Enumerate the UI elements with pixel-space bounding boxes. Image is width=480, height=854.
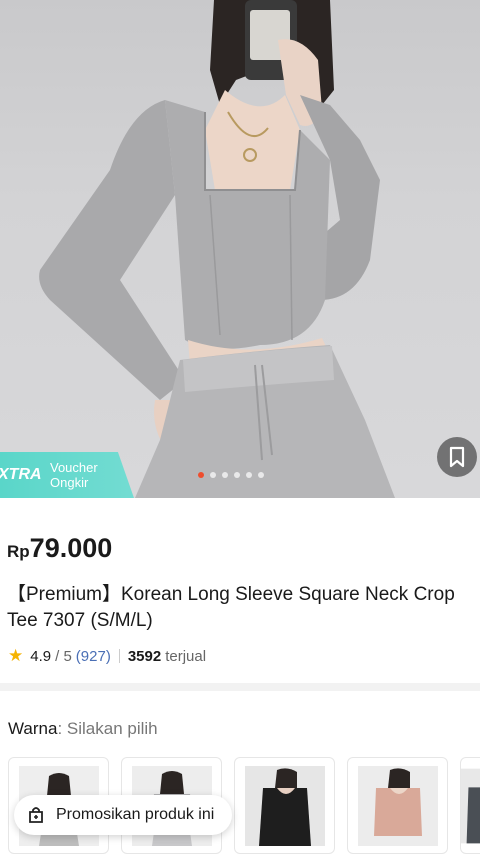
product-image-carousel[interactable]: XTRA Voucher Ongkir [0, 0, 480, 498]
carousel-dot [234, 472, 240, 478]
product-price: Rp79.000 [7, 533, 112, 564]
variant-selector-header[interactable]: Warna: Silakan pilih [8, 719, 158, 739]
variant-label: Warna [8, 719, 58, 738]
voucher-line-2: Ongkir [50, 475, 89, 490]
promote-product-button[interactable]: Promosikan produk ini [14, 795, 233, 835]
product-title: 【Premium】Korean Long Sleeve Square Neck … [7, 584, 455, 631]
sold-count: 3592 [127, 647, 162, 665]
product-photo [39, 0, 395, 498]
voucher-badge: XTRA Voucher Ongkir [0, 452, 134, 498]
rating-max: / 5 [55, 647, 72, 665]
section-divider [0, 683, 480, 691]
carousel-dot [246, 472, 252, 478]
bookmark-button[interactable] [437, 437, 477, 477]
share-bag-icon [28, 806, 44, 824]
sold-label: terjual [165, 647, 207, 665]
rating-divider [118, 649, 120, 663]
rating-count: (927) [75, 647, 111, 665]
price-amount: 79.000 [29, 533, 113, 563]
voucher-line-1: Voucher [50, 460, 98, 475]
price-currency: Rp [7, 542, 30, 561]
variant-option-black[interactable] [234, 757, 335, 854]
voucher-extra-text: XTRA [0, 466, 42, 483]
variant-image [244, 765, 325, 846]
rating-row[interactable]: ★ 4.9 / 5 (927) 3592 terjual [8, 646, 206, 666]
star-icon: ★ [8, 646, 24, 665]
carousel-indicator [198, 472, 264, 478]
bookmark-icon [449, 446, 465, 468]
variant-image [357, 765, 438, 846]
variant-hint: : Silakan pilih [57, 719, 158, 738]
variant-option-dark[interactable] [460, 757, 480, 854]
rating-value: 4.9 [30, 647, 52, 665]
carousel-dot [258, 472, 264, 478]
variant-option-pink[interactable] [347, 757, 448, 854]
variant-image [461, 768, 480, 843]
carousel-dot [210, 472, 216, 478]
voucher-text: Voucher Ongkir [50, 460, 98, 490]
carousel-dot-active [198, 472, 204, 478]
promote-label: Promosikan produk ini [56, 806, 215, 823]
carousel-dot [222, 472, 228, 478]
